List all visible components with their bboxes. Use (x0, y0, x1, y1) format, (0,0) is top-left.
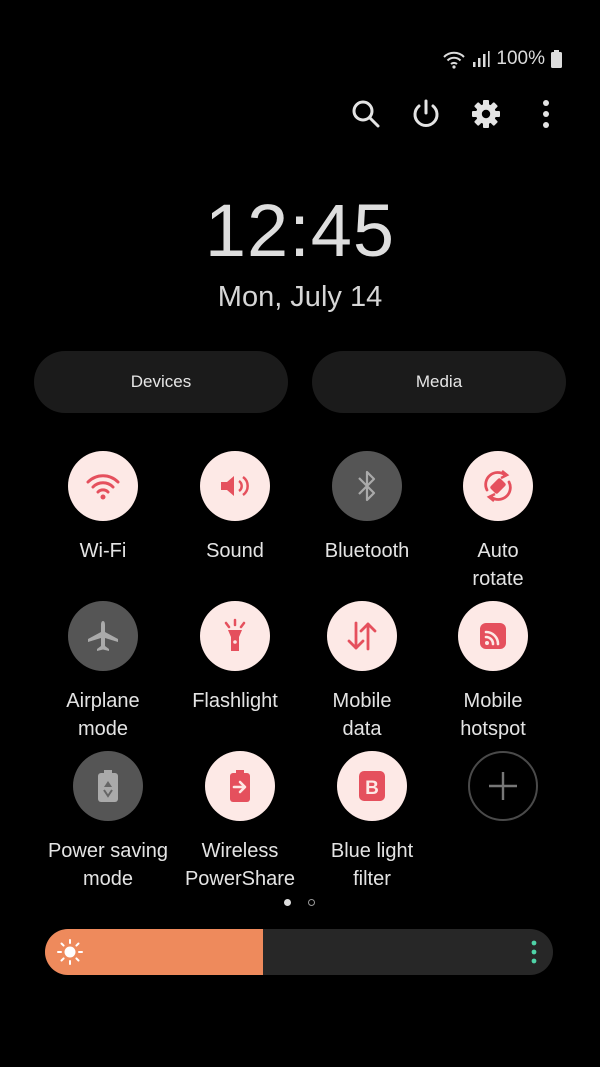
tile-wifi[interactable]: Wi-Fi (38, 451, 168, 565)
gear-icon[interactable] (464, 92, 508, 136)
hotspot-icon (480, 623, 506, 649)
power-saving-icon (98, 770, 118, 802)
auto-rotate-toggle[interactable] (463, 451, 533, 521)
mobile-data-toggle[interactable] (327, 601, 397, 671)
page-dot-active[interactable] (284, 899, 291, 906)
signal-icon (473, 51, 490, 67)
tile-add[interactable] (438, 751, 568, 821)
tile-label: Sound (206, 540, 264, 562)
tile-label: Wireless PowerShare (184, 840, 296, 890)
clock-time: 12:45 (204, 189, 396, 272)
tile-label: Blue light filter (330, 840, 414, 890)
clock-date: Mon, July 14 (217, 281, 383, 313)
tile-airplane-mode[interactable]: Airplane mode (38, 601, 168, 743)
mobile-hotspot-toggle[interactable] (458, 601, 528, 671)
tile-label: Auto rotate (472, 540, 524, 590)
blue-light-filter-icon: B (359, 771, 385, 801)
auto-rotate-icon (484, 470, 512, 502)
tile-label: Wi-Fi (79, 540, 127, 562)
power-icon[interactable] (404, 92, 448, 136)
tile-bluetooth[interactable]: Bluetooth (302, 451, 432, 565)
tile-power-saving-mode[interactable]: Power saving mode (43, 751, 173, 893)
more-vert-icon[interactable] (524, 92, 568, 136)
page-indicator (284, 899, 318, 907)
wifi-icon (86, 474, 120, 500)
media-button[interactable]: Media (312, 351, 566, 413)
tile-label: Bluetooth (324, 540, 410, 562)
battery-icon (551, 50, 562, 68)
flashlight-icon (224, 618, 246, 651)
blue-light-filter-toggle[interactable]: B (337, 751, 407, 821)
tile-sound[interactable]: Sound (170, 451, 300, 565)
bluetooth-toggle[interactable] (332, 451, 402, 521)
tile-flashlight[interactable]: Flashlight (170, 601, 300, 715)
sun-icon (57, 939, 83, 965)
airplane-icon (88, 621, 118, 651)
svg-text:B: B (365, 778, 379, 799)
plus-icon (489, 772, 517, 800)
page-dot[interactable] (308, 899, 315, 906)
flashlight-toggle[interactable] (200, 601, 270, 671)
airplane-mode-toggle[interactable] (68, 601, 138, 671)
devices-button[interactable]: Devices (34, 351, 288, 413)
add-tile-button[interactable] (468, 751, 538, 821)
tile-label: Airplane mode (66, 690, 140, 740)
tile-auto-rotate[interactable]: Auto rotate (433, 451, 563, 593)
panel-toolbar (340, 92, 570, 136)
wireless-powershare-toggle[interactable] (205, 751, 275, 821)
tile-mobile-data[interactable]: Mobile data (297, 601, 427, 743)
bluetooth-icon (358, 470, 376, 502)
mobile-data-icon (347, 621, 377, 651)
tile-label: Mobile data (332, 690, 392, 740)
status-bar: 100% (442, 48, 562, 70)
wifi-toggle[interactable] (68, 451, 138, 521)
tile-label: Power saving mode (47, 840, 169, 890)
tile-wireless-powershare[interactable]: Wireless PowerShare (175, 751, 305, 893)
battery-percent: 100% (496, 48, 545, 69)
brightness-options-icon[interactable] (531, 940, 537, 964)
sound-toggle[interactable] (200, 451, 270, 521)
wifi-icon (443, 51, 466, 69)
power-saving-toggle[interactable] (73, 751, 143, 821)
tile-label: Mobile hotspot (460, 690, 526, 740)
wireless-powershare-icon (230, 770, 250, 802)
tile-mobile-hotspot[interactable]: Mobile hotspot (428, 601, 558, 743)
sound-icon (221, 475, 249, 497)
tile-label: Flashlight (192, 690, 278, 712)
tile-blue-light-filter[interactable]: B Blue light filter (307, 751, 437, 893)
search-icon[interactable] (344, 92, 388, 136)
brightness-slider[interactable] (45, 929, 553, 975)
